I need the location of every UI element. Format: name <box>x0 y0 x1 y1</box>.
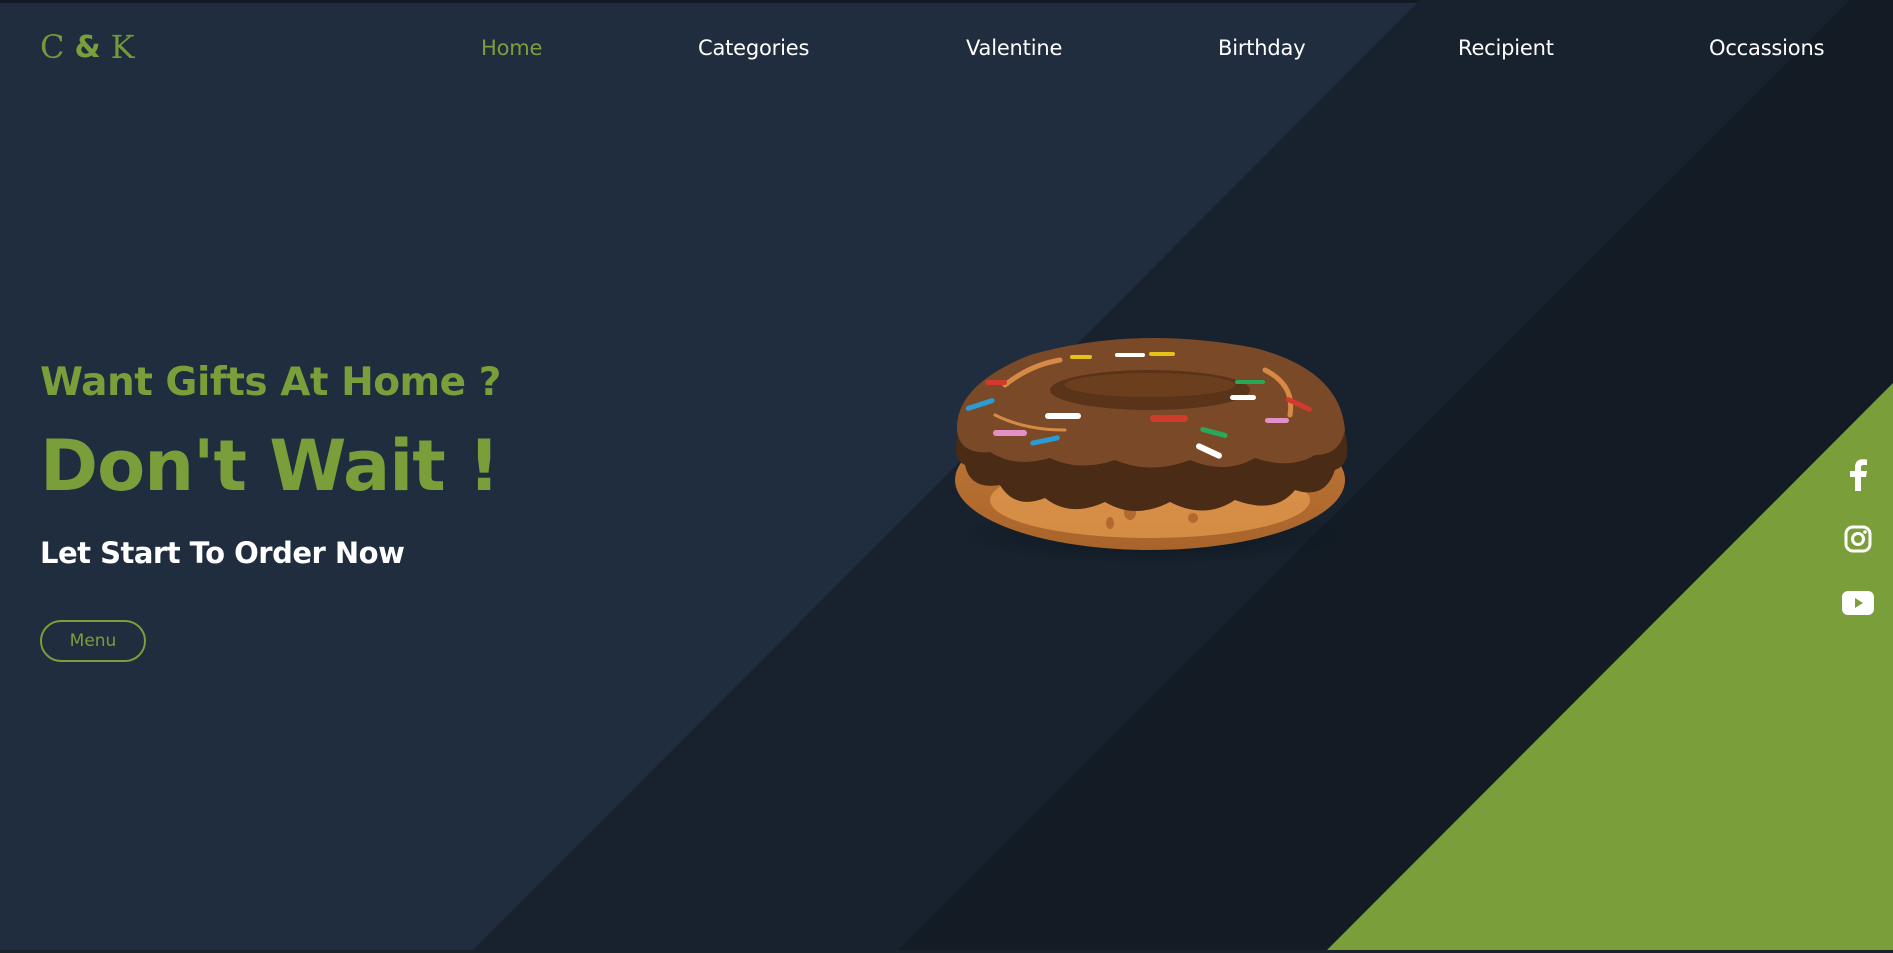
nav-categories[interactable]: Categories <box>698 36 809 60</box>
nav-occassions[interactable]: Occassions <box>1709 36 1825 60</box>
social-links <box>1841 458 1875 620</box>
hero-tagline: Want Gifts At Home ? <box>40 360 501 405</box>
nav-birthday[interactable]: Birthday <box>1218 36 1306 60</box>
donut-image <box>955 338 1355 565</box>
nav-home[interactable]: Home <box>481 36 542 60</box>
main-nav: Home Categories Valentine Birthday Recip… <box>0 36 1893 66</box>
youtube-icon[interactable] <box>1841 586 1875 620</box>
nav-recipient[interactable]: Recipient <box>1458 36 1554 60</box>
menu-button[interactable]: Menu <box>40 620 146 662</box>
nav-valentine[interactable]: Valentine <box>966 36 1062 60</box>
facebook-icon[interactable] <box>1841 458 1875 492</box>
hero-headline: Don't Wait ! <box>40 425 500 507</box>
instagram-icon[interactable] <box>1841 522 1875 556</box>
hero-subline: Let Start To Order Now <box>40 536 405 570</box>
